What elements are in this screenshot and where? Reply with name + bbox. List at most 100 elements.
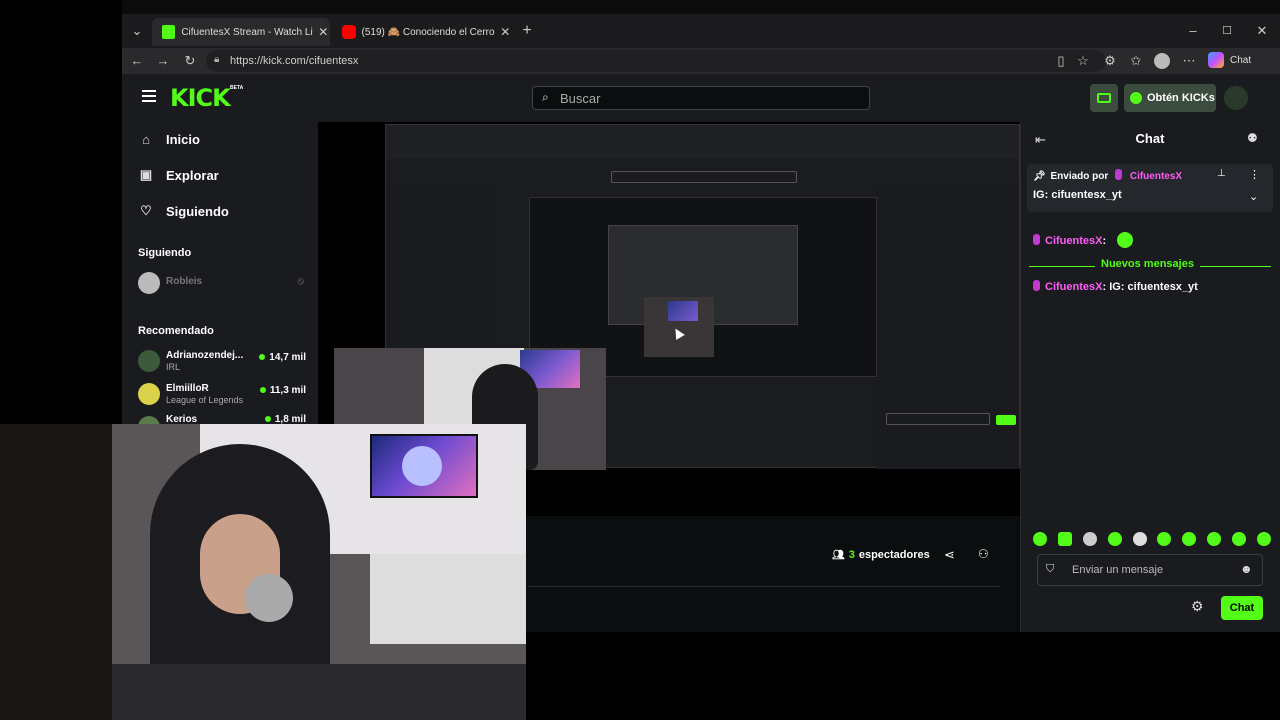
kick-logo[interactable]: KICK bbox=[170, 84, 231, 112]
offline-icon: ⦸ bbox=[297, 276, 304, 287]
emote-icon[interactable] bbox=[1157, 532, 1172, 546]
kicks-coin-icon bbox=[1130, 92, 1142, 104]
reader-icon[interactable]: ▯ bbox=[1052, 52, 1070, 70]
kick-favicon-icon bbox=[162, 25, 176, 39]
chat-message: CifuentesX: bbox=[1033, 232, 1134, 248]
emote-icon[interactable] bbox=[1232, 532, 1246, 546]
chat-input-placeholder: Enviar un mensaje bbox=[1072, 564, 1164, 576]
channel-name: ElmiilloR bbox=[166, 383, 209, 394]
chat-users-icon[interactable]: ⚉ bbox=[1247, 131, 1258, 145]
tab-list-chevron-icon[interactable]: ⌄ bbox=[128, 22, 146, 40]
nav-inicio[interactable]: ⌂ Inicio bbox=[138, 127, 200, 151]
emote-icon[interactable] bbox=[1132, 532, 1147, 546]
chat-title: Chat bbox=[1135, 131, 1165, 146]
url-input[interactable]: 🔒︎ https://kick.com/cifuentesx bbox=[206, 50, 1106, 72]
webcam-overlay bbox=[0, 424, 526, 720]
reload-icon[interactable]: ↻ bbox=[181, 52, 199, 70]
following-header: Siguiendo bbox=[138, 247, 192, 259]
kick-emote-icon bbox=[1117, 232, 1134, 248]
minimize-icon[interactable]: – bbox=[1184, 22, 1202, 40]
viewer-count: 11,3 mil bbox=[260, 385, 306, 396]
extensions-icon[interactable]: ⚙ bbox=[1101, 52, 1119, 70]
emote-icon[interactable] bbox=[1182, 532, 1197, 546]
unpin-icon[interactable]: ⊥ bbox=[1217, 168, 1226, 179]
pinned-text: IG: cifuentesx_yt bbox=[1033, 189, 1122, 201]
search-input[interactable]: ⌕ Buscar bbox=[532, 86, 870, 110]
chat-send-button[interactable]: Chat bbox=[1221, 596, 1263, 620]
emote-bar bbox=[1033, 532, 1271, 548]
following-item[interactable]: Robleis ⦸ bbox=[138, 270, 306, 298]
copilot-label: Chat bbox=[1230, 54, 1252, 66]
viewer-number: 3 bbox=[848, 549, 855, 561]
address-bar: ← → ↻ 🔒︎ https://kick.com/cifuentesx ▯ ☆… bbox=[122, 48, 1280, 74]
chat-username[interactable]: CifuentesX bbox=[1045, 281, 1102, 293]
user-avatar[interactable] bbox=[1224, 86, 1248, 110]
close-tab-icon[interactable]: ✕ bbox=[499, 25, 513, 39]
tab-youtube[interactable]: (519) 🙈 Conociendo el Cerro San Cristóba… bbox=[332, 18, 512, 46]
nav-siguiendo[interactable]: ♡ Siguiendo bbox=[138, 199, 229, 223]
kick-topbar: KICK BETA ⌕ Buscar Obtén KICKs bbox=[122, 74, 1280, 122]
follow-user-icon[interactable]: ⚇ bbox=[978, 547, 989, 561]
youtube-favicon-icon bbox=[342, 25, 356, 39]
nav-label: Siguiendo bbox=[166, 203, 229, 219]
pinned-more-icon[interactable]: ⋮ bbox=[1249, 168, 1260, 181]
new-messages-divider: Nuevos mensajes bbox=[1029, 258, 1271, 274]
get-kicks-button[interactable]: Obtén KICKs bbox=[1124, 84, 1216, 112]
divider bbox=[528, 586, 1000, 587]
forward-arrow-icon[interactable]: → bbox=[154, 52, 172, 70]
copilot-button[interactable]: Chat bbox=[1208, 52, 1251, 68]
emote-icon[interactable] bbox=[1033, 532, 1047, 546]
share-icon[interactable]: ⋖ bbox=[944, 547, 955, 563]
more-menu-icon[interactable]: ⋯ bbox=[1180, 52, 1198, 70]
pinned-header: 📌︎ Enviado por CifuentesX bbox=[1033, 169, 1182, 182]
chat-input[interactable]: ⛉ Enviar un mensaje ☻ bbox=[1037, 554, 1263, 586]
channel-name: Kerios bbox=[166, 414, 198, 424]
viewer-label: espectadores bbox=[858, 549, 930, 561]
pin-icon: 📌︎ bbox=[1033, 171, 1046, 182]
maximize-icon[interactable]: ☐ bbox=[1218, 22, 1236, 40]
chat-settings-gear-icon[interactable]: ⚙ bbox=[1191, 598, 1204, 615]
viewer-count-display: 👥︎ 3 espectadores bbox=[832, 549, 930, 561]
microphone bbox=[245, 574, 293, 622]
new-tab-plus-icon[interactable]: + bbox=[518, 22, 536, 40]
pinned-user: CifuentesX bbox=[1129, 171, 1183, 182]
avatar bbox=[138, 350, 160, 372]
channel-category: IRL bbox=[166, 362, 181, 372]
favorites-bar-icon[interactable]: ✩ bbox=[1127, 52, 1145, 70]
emote-icon[interactable] bbox=[1256, 532, 1271, 546]
emote-icon[interactable] bbox=[1107, 532, 1122, 546]
close-tab-icon[interactable]: ✕ bbox=[317, 25, 330, 39]
chat-username[interactable]: CifuentesX bbox=[1045, 235, 1102, 247]
new-messages-label: Nuevos mensajes bbox=[1095, 258, 1200, 270]
tab-kick-stream[interactable]: CifuentesX Stream - Watch Live on Kick ✕ bbox=[152, 18, 330, 46]
heart-icon: ♡ bbox=[140, 203, 152, 218]
emote-icon[interactable] bbox=[1082, 532, 1097, 546]
recommended-item[interactable]: Kerios 1,8 mil bbox=[138, 414, 306, 424]
channel-name: Adrianozendej... bbox=[166, 350, 244, 361]
chat-text: : bbox=[1102, 235, 1107, 247]
beta-badge: BETA bbox=[230, 85, 244, 91]
recommended-item[interactable]: Adrianozendej... IRL 14,7 mil bbox=[138, 348, 306, 376]
viewer-count: 14,7 mil bbox=[259, 352, 306, 363]
search-placeholder: Buscar bbox=[560, 91, 601, 106]
favorite-star-icon[interactable]: ☆ bbox=[1074, 52, 1092, 70]
users-icon: 👥︎ bbox=[832, 549, 845, 561]
emote-icon[interactable] bbox=[1057, 532, 1072, 546]
shield-icon: ⛉ bbox=[1046, 563, 1055, 575]
back-arrow-icon[interactable]: ← bbox=[128, 52, 146, 70]
channel-name: Robleis bbox=[166, 276, 203, 287]
search-icon: ⌕ bbox=[542, 90, 549, 104]
pinned-expand-chevron-icon[interactable]: ⌄ bbox=[1249, 190, 1258, 203]
chat-panel: ⇤ Chat ⚉ 📌︎ Enviado por CifuentesX IG: c… bbox=[1020, 122, 1280, 632]
chat-message: CifuentesX: IG: cifuentesx_yt bbox=[1033, 280, 1198, 293]
nav-explorar[interactable]: ▣ Explorar bbox=[138, 163, 219, 187]
emote-icon[interactable] bbox=[1207, 532, 1222, 546]
recommended-item[interactable]: ElmiilloR League of Legends 11,3 mil bbox=[138, 381, 306, 409]
tab-bar: ⌄ CifuentesX Stream - Watch Live on Kick… bbox=[122, 14, 1280, 48]
gift-button[interactable] bbox=[1090, 84, 1118, 112]
hamburger-menu-icon[interactable] bbox=[142, 90, 156, 102]
compass-icon: ▣ bbox=[139, 167, 153, 182]
profile-avatar[interactable] bbox=[1154, 53, 1170, 69]
emoji-icon[interactable]: ☻ bbox=[1240, 562, 1253, 576]
close-window-icon[interactable]: ✕ bbox=[1253, 22, 1271, 40]
